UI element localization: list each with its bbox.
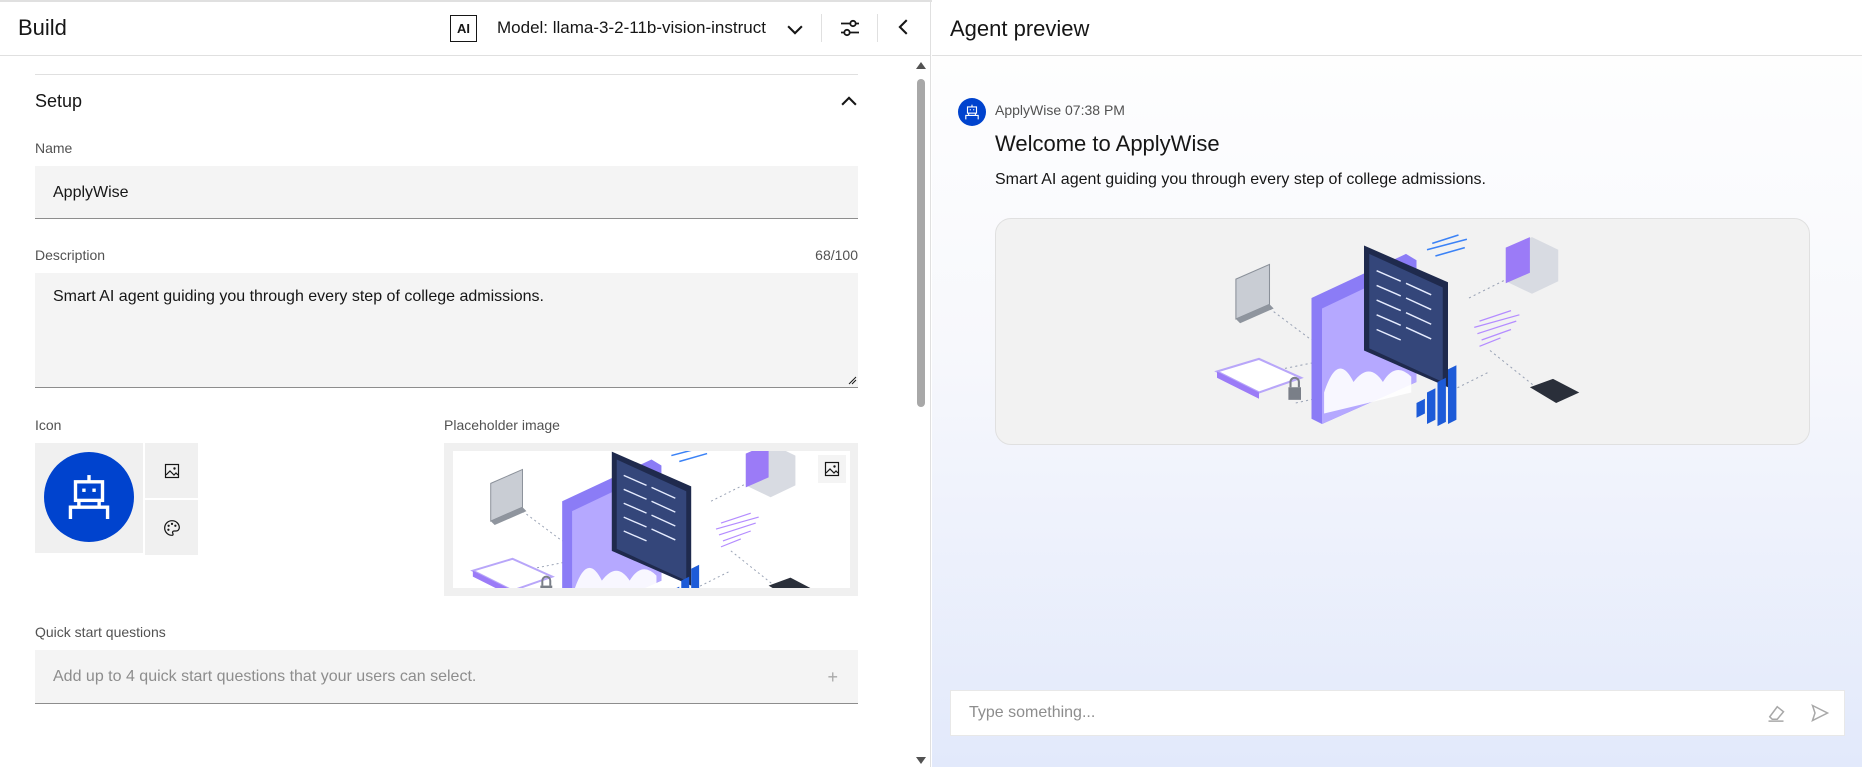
build-title: Build [18, 15, 67, 40]
welcome-description: Smart AI agent guiding you through every… [995, 171, 1486, 188]
icon-label: Icon [35, 417, 62, 433]
palette-icon [163, 519, 180, 536]
welcome-title: Welcome to ApplyWise [995, 131, 1220, 156]
edit-placeholder-button[interactable] [818, 455, 846, 483]
chevron-down-icon[interactable] [784, 18, 806, 40]
eraser-icon[interactable] [1766, 703, 1786, 723]
scroll-down-arrow-icon[interactable] [916, 757, 926, 764]
setup-section-title: Setup [35, 91, 83, 111]
description-field[interactable]: Smart AI agent guiding you through every… [35, 273, 858, 388]
app-window: Build AI Model: llama-3-2-11b-vision-ins… [0, 0, 1862, 767]
quick-start-label: Quick start questions [35, 624, 166, 640]
color-icon-button[interactable] [145, 500, 198, 555]
form-scrollbar[interactable] [912, 57, 931, 767]
welcome-illustration [1196, 227, 1616, 432]
robot-icon [62, 470, 116, 524]
description-counter: 68/100 [815, 247, 858, 263]
plus-icon[interactable]: + [827, 650, 838, 704]
icon-preview [35, 443, 143, 553]
chat-input[interactable]: Type something... [950, 690, 1845, 736]
quick-start-input[interactable]: Add up to 4 quick start questions that y… [35, 650, 858, 704]
scroll-up-arrow-icon[interactable] [916, 62, 926, 69]
scroll-thumb[interactable] [917, 79, 925, 407]
ai-icon: AI [450, 15, 477, 42]
welcome-image [995, 218, 1810, 445]
model-selector-label[interactable]: Model: llama-3-2-11b-vision-instruct [497, 18, 766, 38]
agent-preview-panel: Agent preview ApplyWise 07:38 PM Welcome… [932, 0, 1862, 767]
header-separator [877, 14, 878, 42]
preview-title: Agent preview [950, 16, 1090, 41]
chevron-up-icon[interactable] [838, 91, 860, 113]
placeholder-image-label: Placeholder image [444, 417, 560, 433]
section-divider [35, 74, 858, 75]
name-label: Name [35, 140, 73, 156]
agent-avatar [958, 98, 986, 126]
chevron-left-icon[interactable] [893, 16, 915, 38]
robot-avatar [44, 452, 134, 542]
settings-sliders-icon[interactable] [838, 16, 862, 40]
image-icon [824, 461, 840, 477]
image-icon [164, 463, 180, 479]
placeholder-image-box [444, 443, 858, 596]
resize-handle-icon[interactable] [848, 376, 857, 385]
name-field[interactable]: ApplyWise [35, 166, 858, 219]
setup-form: Setup Name ApplyWise Description 68/100 … [0, 57, 912, 767]
message-meta: ApplyWise 07:38 PM [995, 102, 1125, 118]
build-panel: Build AI Model: llama-3-2-11b-vision-ins… [0, 0, 931, 767]
placeholder-illustration-image [453, 451, 850, 588]
description-label: Description [35, 247, 106, 263]
header-separator [821, 14, 822, 42]
placeholder-illustration [453, 451, 850, 588]
robot-icon [963, 103, 981, 121]
quick-start-placeholder: Add up to 4 quick start questions that y… [53, 668, 477, 685]
send-icon[interactable] [1810, 703, 1830, 723]
build-header: Build AI Model: llama-3-2-11b-vision-ins… [0, 0, 931, 56]
upload-icon-button[interactable] [145, 443, 198, 498]
chat-input-placeholder: Type something... [969, 704, 1096, 721]
preview-header: Agent preview [932, 0, 1862, 56]
